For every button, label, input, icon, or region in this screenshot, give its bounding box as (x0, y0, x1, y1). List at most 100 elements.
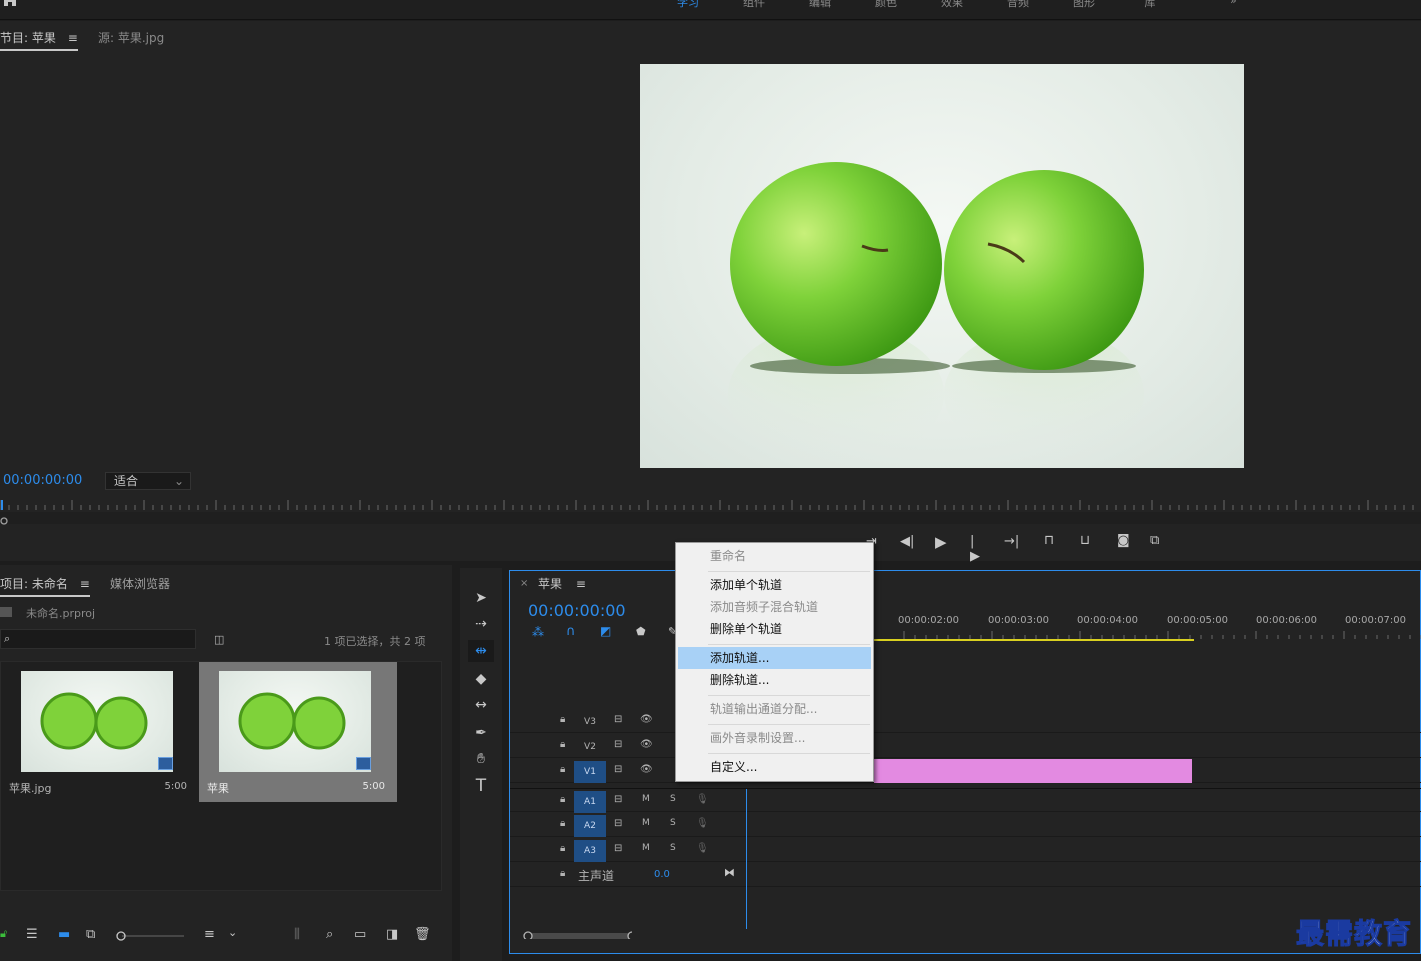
master-volume-value[interactable]: 0.0 (654, 869, 670, 880)
tab-program-monitor[interactable]: 节目: 苹果 ≡ (0, 29, 78, 51)
add-marker-icon[interactable]: ⬟ (636, 625, 646, 638)
find-icon[interactable]: ⌕ (326, 927, 333, 942)
step-back-icon[interactable]: ◀| (900, 534, 914, 549)
chevron-down-icon[interactable]: ⌄ (228, 926, 237, 939)
menu-item-customize[interactable]: 自定义... (678, 756, 871, 778)
selection-tool-icon[interactable]: ➤ (468, 587, 494, 609)
lock-icon[interactable]: 🔒︎ (560, 868, 565, 879)
go-to-out-icon[interactable]: →| (1004, 534, 1019, 549)
menu-item-add-tracks[interactable]: 添加轨道... (678, 647, 871, 669)
camera-icon[interactable]: ◙ (1117, 533, 1130, 548)
slip-tool-icon[interactable]: ↔ (468, 694, 494, 716)
tab-sequence[interactable]: 苹果 ≡ (538, 575, 586, 592)
tab-libraries[interactable]: 库 (1117, 0, 1183, 9)
list-view-icon[interactable]: ☰ (26, 927, 38, 942)
track-v3[interactable]: 🔒︎ V3 ⊟ 👁︎ (510, 709, 1421, 733)
solo-button[interactable]: S (670, 794, 676, 804)
panel-menu-icon[interactable]: ≡ (576, 577, 586, 591)
eye-icon[interactable]: 👁︎ (640, 714, 653, 725)
timeline-zoom-scrollbar[interactable] (522, 931, 632, 939)
lift-icon[interactable]: ⊓ (1044, 533, 1054, 548)
extract-icon[interactable]: ⊔ (1080, 533, 1090, 548)
new-search-bin-icon[interactable]: ◫ (214, 633, 224, 646)
mute-button[interactable]: M (642, 818, 650, 828)
microphone-icon[interactable]: 🎙︎ (696, 843, 709, 854)
tab-editing[interactable]: 编辑 (787, 0, 853, 9)
solo-button[interactable]: S (670, 843, 676, 853)
timeline-timecode[interactable]: 00:00:00:00 (528, 601, 626, 620)
lock-icon[interactable]: 🔒︎ (560, 794, 565, 805)
program-timecode[interactable]: 00:00:00:00 (3, 473, 82, 488)
nest-icon[interactable]: ⁂ (532, 625, 544, 639)
lock-icon[interactable]: 🔒︎ (560, 843, 565, 854)
track-v2[interactable]: 🔒︎ V2 ⊟ 👁︎ (510, 734, 1421, 758)
step-forward-icon[interactable]: |▶ (970, 534, 980, 564)
go-to-end-icon[interactable]: ⧓ (724, 866, 735, 879)
tab-color[interactable]: 颜色 (853, 0, 919, 9)
trash-icon[interactable]: 🗑︎ (414, 927, 431, 942)
timeline-ruler[interactable]: 00:00:02:00 00:00:03:00 00:00:04:00 00:0… (896, 615, 1421, 647)
menu-item-track-output-channel[interactable]: 轨道输出通道分配... (678, 698, 871, 720)
comparison-view-icon[interactable]: ⧉ (1150, 533, 1159, 548)
razor-tool-icon[interactable]: ◆ (468, 668, 494, 690)
menu-item-rename[interactable]: 重命名 (678, 545, 871, 567)
tab-audio[interactable]: 音频 (985, 0, 1051, 9)
lock-icon[interactable]: 🔒︎ (560, 764, 565, 775)
tab-graphics[interactable]: 图形 (1051, 0, 1117, 9)
panel-menu-icon[interactable]: ≡ (68, 31, 78, 45)
track-label[interactable]: V2 (574, 736, 606, 758)
track-a3[interactable]: 🔒︎ A3 ⊟ M S 🎙︎ (510, 838, 1421, 862)
menu-item-delete-single-track[interactable]: 删除单个轨道 (678, 618, 871, 640)
mute-button[interactable]: M (642, 843, 650, 853)
pen-tool-icon[interactable]: ✒ (468, 722, 494, 744)
work-area-bar[interactable] (874, 639, 1194, 641)
menu-item-voiceover-settings[interactable]: 画外音录制设置... (678, 727, 871, 749)
track-master[interactable]: 🔒︎ 主声道 0.0 ⧓ (510, 863, 1421, 887)
lock-icon[interactable]: 🔓︎ (0, 927, 7, 941)
track-label[interactable]: A3 (574, 840, 606, 862)
zoom-slider[interactable] (116, 931, 186, 941)
automate-to-sequence-icon[interactable]: ⫼ (294, 927, 300, 942)
sort-icon[interactable]: ≡ (204, 927, 215, 942)
timeline-playhead[interactable] (746, 789, 747, 929)
freeform-view-icon[interactable]: ⧉ (86, 927, 95, 942)
track-label[interactable]: A2 (574, 815, 606, 837)
timeline-clip[interactable] (874, 759, 1192, 783)
eye-icon[interactable]: 👁︎ (640, 739, 653, 750)
new-item-icon[interactable]: ◨ (386, 927, 398, 942)
sync-lock-icon[interactable]: ⊟ (614, 818, 622, 829)
menu-item-delete-tracks[interactable]: 删除轨道... (678, 669, 871, 691)
mute-button[interactable]: M (642, 794, 650, 804)
menu-item-add-submix-track[interactable]: 添加音频子混合轨道 (678, 596, 871, 618)
eye-icon[interactable]: 👁︎ (640, 764, 653, 775)
sync-lock-icon[interactable]: ⊟ (614, 764, 622, 775)
menu-item-add-single-track[interactable]: 添加单个轨道 (678, 574, 871, 596)
panel-menu-icon[interactable]: ≡ (80, 577, 90, 591)
tab-assembly[interactable]: 组件 (721, 0, 787, 9)
track-select-tool-icon[interactable]: ⇢ (468, 613, 494, 635)
close-icon[interactable]: × (520, 578, 528, 589)
fit-dropdown[interactable]: 适合 ⌄ (105, 472, 191, 490)
track-label[interactable]: A1 (574, 791, 606, 813)
sync-lock-icon[interactable]: ⊟ (614, 739, 622, 750)
solo-button[interactable]: S (670, 818, 676, 828)
sync-lock-icon[interactable]: ⊟ (614, 843, 622, 854)
sync-lock-icon[interactable]: ⊟ (614, 794, 622, 805)
microphone-icon[interactable]: 🎙︎ (696, 794, 709, 805)
play-icon[interactable]: ▶ (935, 533, 947, 551)
tab-learning[interactable]: 学习 (655, 0, 721, 9)
sync-lock-icon[interactable]: ⊟ (614, 714, 622, 725)
sequence-item[interactable]: 苹果 5:00 (199, 662, 397, 802)
snap-magnet-icon[interactable]: ∩ (566, 624, 576, 639)
lock-icon[interactable]: 🔒︎ (560, 714, 565, 725)
track-label[interactable]: V1 (574, 761, 606, 783)
track-a2[interactable]: 🔒︎ A2 ⊟ M S 🎙︎ (510, 813, 1421, 837)
ripple-edit-tool-icon[interactable]: ⇹ (468, 640, 494, 662)
icon-view-icon[interactable]: ▬ (58, 927, 70, 942)
tab-media-browser[interactable]: 媒体浏览器 (110, 575, 170, 592)
tab-source-monitor[interactable]: 源: 苹果.jpg (98, 29, 164, 46)
microphone-icon[interactable]: 🎙︎ (696, 818, 709, 829)
project-search-input[interactable]: ⌕ (0, 629, 196, 649)
track-a1[interactable]: 🔒︎ A1 ⊟ M S 🎙︎ (510, 788, 1421, 813)
tab-effects[interactable]: 效果 (919, 0, 985, 9)
